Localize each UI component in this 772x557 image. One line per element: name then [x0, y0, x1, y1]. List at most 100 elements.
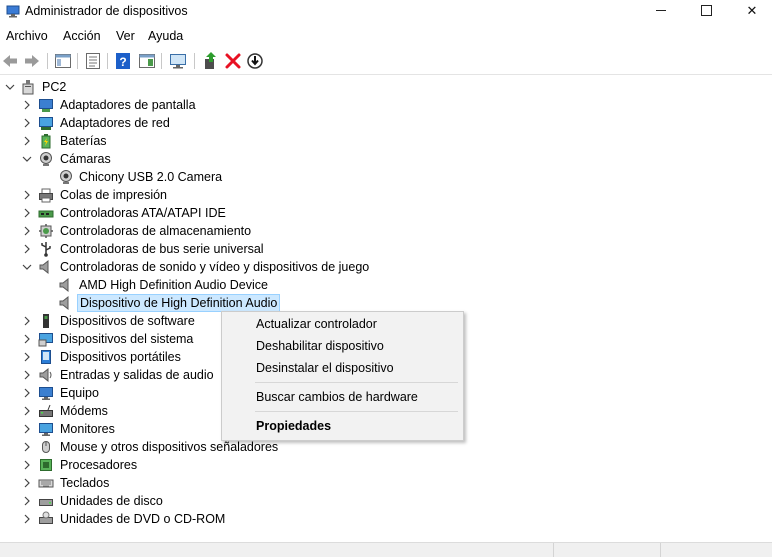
tree-device[interactable]: AMD High Definition Audio Device	[0, 276, 772, 294]
tree-category[interactable]: Controladoras ATA/ATAPI IDE	[0, 204, 772, 222]
tree-device[interactable]: Chicony USB 2.0 Camera	[0, 168, 772, 186]
toolbar-separator	[47, 53, 48, 69]
tree-category[interactable]: Unidades de DVD o CD-ROM	[0, 510, 772, 528]
chevron-right-icon[interactable]	[20, 134, 34, 148]
menu-accion[interactable]: Acción	[63, 29, 101, 43]
software-device-icon	[43, 314, 49, 328]
context-menu-separator	[255, 411, 458, 412]
system-device-icon	[38, 333, 53, 347]
status-bar	[0, 542, 772, 557]
usb-icon	[41, 242, 51, 257]
show-hide-console-tree-icon[interactable]	[53, 51, 73, 71]
context-menu-separator	[255, 382, 458, 383]
category-label: Mouse y otros dispositivos señaladores	[60, 440, 279, 454]
chevron-down-icon[interactable]	[20, 260, 34, 274]
context-menu-item[interactable]: Desinstalar el dispositivo	[223, 357, 462, 379]
chevron-right-icon[interactable]	[20, 350, 34, 364]
tree-category[interactable]: Adaptadores de red	[0, 114, 772, 132]
tree-category[interactable]: Controladoras de sonido y vídeo y dispos…	[0, 258, 772, 276]
context-menu: Actualizar controlador Deshabilitar dispo…	[221, 311, 464, 441]
chevron-right-icon[interactable]	[20, 512, 34, 526]
maximize-button[interactable]	[683, 0, 729, 24]
tree-device-selected[interactable]: Dispositivo de High Definition Audio	[0, 294, 772, 312]
status-bar-divider	[660, 543, 661, 557]
battery-icon	[41, 134, 51, 149]
tree-category[interactable]: Procesadores	[0, 456, 772, 474]
pc-icon	[22, 80, 34, 95]
uninstall-device-icon[interactable]	[223, 51, 243, 71]
chevron-right-icon[interactable]	[20, 386, 34, 400]
category-label: Teclados	[60, 476, 110, 490]
forward-arrow-icon[interactable]	[22, 51, 42, 71]
chevron-right-icon[interactable]	[20, 404, 34, 418]
chevron-right-icon[interactable]	[20, 458, 34, 472]
maximize-icon	[700, 4, 712, 16]
category-label: Controladoras de sonido y vídeo y dispos…	[60, 260, 370, 274]
toolbar-separator	[194, 53, 195, 69]
category-label: Monitores	[60, 422, 115, 436]
close-icon: ✕	[746, 3, 758, 18]
chevron-right-icon[interactable]	[20, 476, 34, 490]
device-tree[interactable]: PC2 Adaptadores de pantalla Adaptadores de…	[0, 78, 772, 540]
chevron-right-icon[interactable]	[20, 242, 34, 256]
monitor-icon	[39, 423, 53, 436]
chevron-right-icon[interactable]	[20, 224, 34, 238]
tree-category[interactable]: Baterías	[0, 132, 772, 150]
chevron-right-icon[interactable]	[20, 494, 34, 508]
chevron-down-icon[interactable]	[3, 80, 17, 94]
speaker-icon	[59, 295, 69, 311]
chevron-right-icon[interactable]	[20, 332, 34, 346]
minimize-icon	[656, 10, 666, 12]
action-pane-icon[interactable]	[137, 51, 157, 71]
keyboard-icon	[38, 479, 54, 488]
properties-icon[interactable]	[83, 51, 103, 71]
chevron-right-icon[interactable]	[20, 116, 34, 130]
camera-icon	[60, 170, 72, 184]
tree-category[interactable]: Controladoras de almacenamiento	[0, 222, 772, 240]
chevron-right-icon[interactable]	[20, 206, 34, 220]
storage-controller-icon	[39, 224, 53, 238]
disk-drive-icon	[39, 499, 53, 506]
audio-io-icon	[39, 367, 52, 383]
dvd-drive-icon	[39, 511, 53, 524]
help-icon[interactable]: ?	[113, 51, 133, 71]
context-menu-item[interactable]: Deshabilitar dispositivo	[223, 335, 462, 357]
update-driver-icon[interactable]	[201, 51, 221, 71]
context-menu-item[interactable]: Actualizar controlador	[223, 313, 462, 335]
context-menu-item[interactable]: Buscar cambios de hardware	[223, 386, 462, 408]
tree-category[interactable]: Colas de impresión	[0, 186, 772, 204]
tree-root[interactable]: PC2	[0, 78, 772, 96]
context-menu-item[interactable]: Propiedades	[223, 415, 462, 437]
tree-category[interactable]: Adaptadores de pantalla	[0, 96, 772, 114]
chevron-down-icon[interactable]	[20, 152, 34, 166]
scan-hardware-icon[interactable]	[168, 51, 188, 71]
tree-category[interactable]: Teclados	[0, 474, 772, 492]
tree-category[interactable]: Unidades de disco	[0, 492, 772, 510]
speaker-icon	[59, 277, 69, 293]
toolbar-separator	[161, 53, 162, 69]
close-button[interactable]: ✕	[729, 0, 772, 24]
minimize-button[interactable]	[638, 0, 684, 24]
ide-controller-icon	[38, 210, 54, 218]
category-label: Entradas y salidas de audio	[60, 368, 214, 382]
printer-icon	[39, 188, 53, 203]
menu-ayuda[interactable]: Ayuda	[148, 29, 183, 43]
chevron-right-icon[interactable]	[20, 188, 34, 202]
category-label: Dispositivos del sistema	[60, 332, 194, 346]
tree-category[interactable]: Cámaras	[0, 150, 772, 168]
chevron-right-icon[interactable]	[20, 440, 34, 454]
category-label: Módems	[60, 404, 108, 418]
disable-device-icon[interactable]	[245, 51, 265, 71]
chevron-right-icon[interactable]	[20, 314, 34, 328]
tree-category[interactable]: Controladoras de bus serie universal	[0, 240, 772, 258]
chevron-right-icon[interactable]	[20, 422, 34, 436]
device-label: Chicony USB 2.0 Camera	[79, 170, 223, 184]
speaker-icon	[39, 259, 49, 275]
chevron-right-icon[interactable]	[20, 98, 34, 112]
menu-bar: Archivo Acción Ver Ayuda	[0, 26, 772, 46]
back-arrow-icon[interactable]	[0, 51, 20, 71]
menu-ver[interactable]: Ver	[116, 29, 135, 43]
chevron-right-icon[interactable]	[20, 368, 34, 382]
tree-root-label: PC2	[42, 80, 67, 94]
menu-archivo[interactable]: Archivo	[6, 29, 48, 43]
